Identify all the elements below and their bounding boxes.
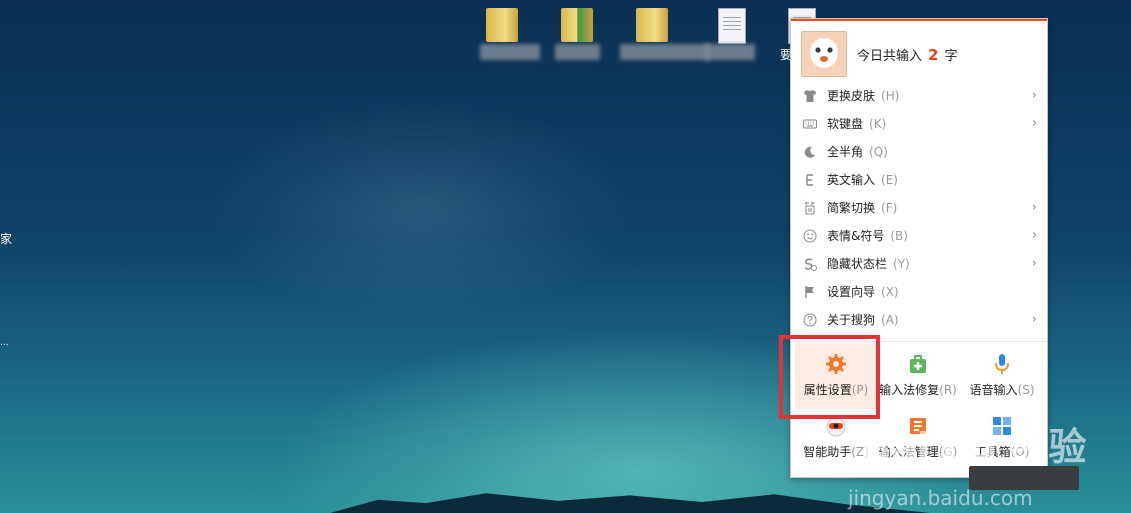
count-prefix: 今日共输入 [857, 49, 923, 64]
edge-label-1: 家 [0, 232, 13, 246]
menu-item-full-half-width[interactable]: 全半角 (Q) [791, 138, 1047, 166]
folder-icon [636, 8, 668, 42]
menu-item-key: (Y) [893, 257, 910, 271]
tile-voice-input[interactable]: 语音输入(S) [961, 343, 1043, 409]
chevron-right-icon: › [1031, 200, 1037, 215]
menu-item-key: (F) [881, 201, 898, 215]
menu-item-key: (A) [881, 313, 899, 327]
microphone-icon [991, 353, 1013, 375]
desktop-folder-3[interactable] [620, 6, 710, 64]
menu-item-label: 简繁切换 [827, 201, 876, 215]
menu-item-soft-keyboard[interactable]: 软键盘 (K) › [791, 110, 1047, 138]
menu-item-label: 隐藏状态栏 [827, 257, 888, 271]
blurred-label [620, 44, 710, 60]
menu-item-simplified-traditional[interactable]: 简繁切换 (F) › [791, 194, 1047, 222]
input-count: 今日共输入 2 字 [857, 45, 957, 64]
tile-label: 输入法修复 [879, 383, 940, 397]
mountain-silhouette [330, 493, 930, 513]
document-icon [718, 8, 746, 44]
menu-item-key: (E) [881, 173, 898, 187]
chevron-right-icon: › [1031, 256, 1037, 271]
menu-item-key: (X) [881, 285, 899, 299]
menu-items: 更换皮肤 (H) › 软键盘 (K) › 全半角 (Q) 英文输入 (E) 简繁… [791, 82, 1047, 334]
menu-item-label: 表情&符号 [827, 229, 885, 243]
smiley-icon [803, 229, 817, 243]
blurred-label [555, 44, 600, 60]
avatar-nose [820, 56, 828, 62]
menu-item-label: 设置向导 [827, 285, 876, 299]
count-suffix: 字 [944, 49, 958, 64]
watermark: Bai du 经验 [862, 425, 1087, 469]
blurred-label [480, 44, 540, 60]
avatar[interactable] [801, 31, 847, 77]
menu-item-key: (Q) [869, 145, 888, 159]
hide-statusbar-icon [803, 257, 817, 271]
menu-item-skin[interactable]: 更换皮肤 (H) › [791, 82, 1047, 110]
watermark-url: jingyan.baidu.com [848, 486, 1033, 510]
question-icon [803, 313, 817, 327]
tile-ime-repair[interactable]: 输入法修复(R) [877, 343, 959, 409]
flag-icon [803, 285, 817, 299]
menu-item-key: (H) [881, 89, 900, 103]
menu-item-key: (K) [869, 117, 887, 131]
accent-bar [791, 19, 1047, 21]
moon-icon [803, 145, 817, 159]
desktop-folder-1[interactable] [470, 6, 540, 64]
shirt-icon [803, 89, 817, 103]
tile-label: 智能助手 [803, 445, 852, 459]
folder-icon [486, 8, 518, 42]
menu-item-label: 关于搜狗 [827, 313, 876, 327]
menu-item-setup-wizard[interactable]: 设置向导 (X) [791, 278, 1047, 306]
letter-e-icon [803, 173, 817, 187]
menu-item-label: 软键盘 [827, 117, 864, 131]
desktop-document-1[interactable] [700, 6, 760, 64]
menu-item-label: 英文输入 [827, 173, 876, 187]
menu-item-hide-statusbar[interactable]: 隐藏状态栏 (Y) › [791, 250, 1047, 278]
excel-folder-icon [561, 8, 593, 42]
menu-item-label: 更换皮肤 [827, 89, 876, 103]
tile-key: (S) [1017, 383, 1035, 397]
simplified-traditional-icon [803, 201, 817, 215]
tile-key: (R) [939, 383, 957, 397]
avatar-eyes [815, 47, 833, 53]
tile-label: 语音输入 [969, 383, 1018, 397]
menu-item-english-input[interactable]: 英文输入 (E) [791, 166, 1047, 194]
chevron-right-icon: › [1031, 116, 1037, 131]
menu-item-key: (B) [890, 229, 908, 243]
chevron-right-icon: › [1031, 312, 1037, 327]
keyboard-icon [803, 117, 817, 131]
blurred-label [705, 44, 755, 60]
chevron-right-icon: › [1031, 228, 1037, 243]
menu-item-label: 全半角 [827, 145, 864, 159]
count-number: 2 [928, 46, 939, 64]
highlight-box [779, 335, 880, 419]
menu-item-about[interactable]: 关于搜狗 (A) › [791, 306, 1047, 334]
avatar-face [810, 38, 838, 68]
repair-kit-icon [907, 353, 929, 375]
desktop-folder-2[interactable] [545, 6, 605, 64]
menu-item-emoji-symbols[interactable]: 表情&符号 (B) › [791, 222, 1047, 250]
edge-label-2: ... [0, 338, 9, 348]
chevron-right-icon: › [1031, 88, 1037, 103]
